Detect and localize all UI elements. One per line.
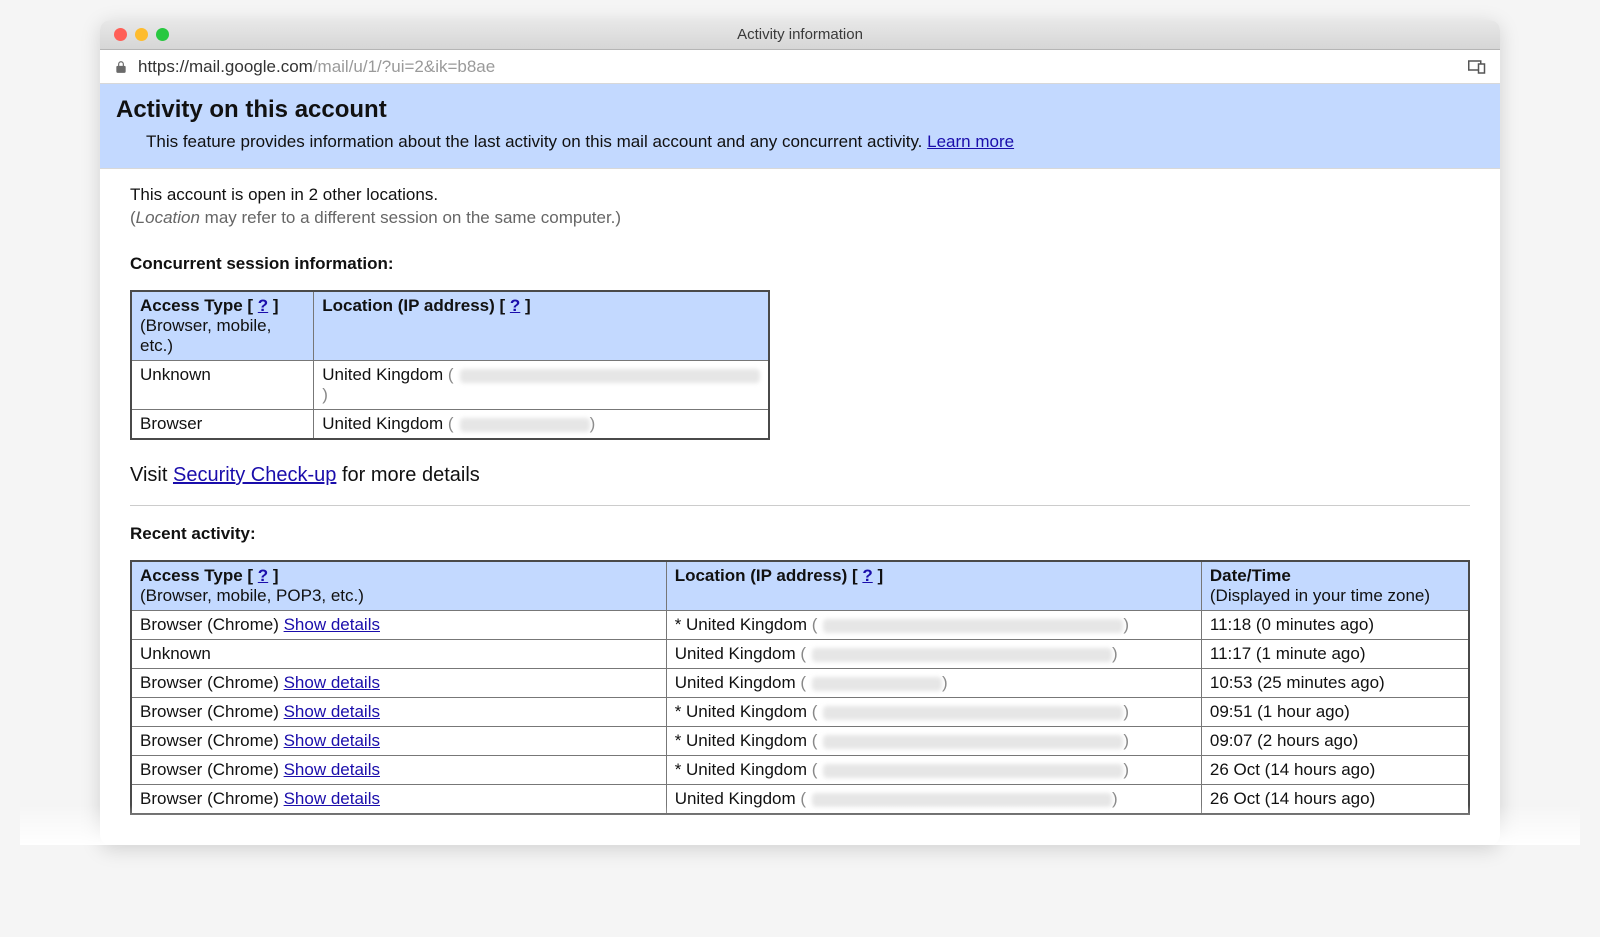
show-details-link[interactable]: Show details bbox=[284, 615, 380, 634]
close-window-button[interactable] bbox=[114, 28, 127, 41]
window-controls bbox=[100, 28, 169, 41]
table-row: UnknownUnited Kingdom () bbox=[131, 361, 769, 410]
th-recent-access: Access Type [ ? ] (Browser, mobile, POP3… bbox=[131, 561, 666, 611]
minimize-window-button[interactable] bbox=[135, 28, 148, 41]
address-bar[interactable]: https://mail.google.com/mail/u/1/?ui=2&i… bbox=[100, 50, 1500, 84]
cell-location: United Kingdom () bbox=[314, 410, 769, 440]
th-recent-datetime: Date/Time (Displayed in your time zone) bbox=[1201, 561, 1469, 611]
page-subtitle: This feature provides information about … bbox=[116, 132, 1484, 152]
cell-location: * United Kingdom () bbox=[666, 611, 1201, 640]
redacted-ip bbox=[823, 735, 1123, 749]
cell-access: Browser (Chrome) Show details bbox=[131, 785, 666, 815]
cell-access: Browser bbox=[131, 410, 314, 440]
concurrent-section-title: Concurrent session information: bbox=[130, 254, 1470, 274]
redacted-ip bbox=[460, 418, 590, 432]
show-details-link[interactable]: Show details bbox=[284, 702, 380, 721]
table-row: Browser (Chrome) Show detailsUnited King… bbox=[131, 785, 1469, 815]
redacted-ip bbox=[812, 793, 1112, 807]
cell-location: * United Kingdom () bbox=[666, 756, 1201, 785]
cell-access: Unknown bbox=[131, 640, 666, 669]
cell-datetime: 11:18 (0 minutes ago) bbox=[1201, 611, 1469, 640]
cell-location: United Kingdom () bbox=[666, 785, 1201, 815]
subtitle-text: This feature provides information about … bbox=[146, 132, 927, 151]
table-row: Browser (Chrome) Show details* United Ki… bbox=[131, 611, 1469, 640]
redacted-ip bbox=[823, 764, 1123, 778]
security-checkup-line: Visit Security Check-up for more details bbox=[130, 464, 1470, 487]
recent-activity-title: Recent activity: bbox=[130, 524, 1470, 544]
browser-window: Activity information https://mail.google… bbox=[100, 20, 1500, 845]
location-help-link[interactable]: ? bbox=[510, 296, 520, 315]
recent-location-help-link[interactable]: ? bbox=[862, 566, 872, 585]
th-recent-location: Location (IP address) [ ? ] bbox=[666, 561, 1201, 611]
show-details-link[interactable]: Show details bbox=[284, 731, 380, 750]
th-access-type: Access Type [ ? ] (Browser, mobile, etc.… bbox=[131, 291, 314, 361]
cell-datetime: 26 Oct (14 hours ago) bbox=[1201, 785, 1469, 815]
redacted-ip bbox=[823, 619, 1123, 633]
cell-location: United Kingdom () bbox=[666, 669, 1201, 698]
cell-datetime: 09:51 (1 hour ago) bbox=[1201, 698, 1469, 727]
cell-datetime: 11:17 (1 minute ago) bbox=[1201, 640, 1469, 669]
recent-access-help-link[interactable]: ? bbox=[258, 566, 268, 585]
cell-datetime: 10:53 (25 minutes ago) bbox=[1201, 669, 1469, 698]
cell-location: United Kingdom () bbox=[666, 640, 1201, 669]
responsive-mode-icon[interactable] bbox=[1468, 60, 1486, 74]
show-details-link[interactable]: Show details bbox=[284, 673, 380, 692]
cell-location: * United Kingdom () bbox=[666, 727, 1201, 756]
concurrent-sessions-table: Access Type [ ? ] (Browser, mobile, etc.… bbox=[130, 290, 770, 440]
table-row: BrowserUnited Kingdom () bbox=[131, 410, 769, 440]
redacted-ip bbox=[823, 706, 1123, 720]
cell-datetime: 26 Oct (14 hours ago) bbox=[1201, 756, 1469, 785]
url-text: https://mail.google.com/mail/u/1/?ui=2&i… bbox=[138, 57, 495, 77]
cell-access: Browser (Chrome) Show details bbox=[131, 756, 666, 785]
divider bbox=[130, 505, 1470, 506]
redacted-ip bbox=[812, 648, 1112, 662]
maximize-window-button[interactable] bbox=[156, 28, 169, 41]
table-row: Browser (Chrome) Show details* United Ki… bbox=[131, 756, 1469, 785]
open-locations-text: This account is open in 2 other location… bbox=[130, 185, 1470, 205]
page-title: Activity on this account bbox=[116, 96, 1484, 124]
table-row: Browser (Chrome) Show details* United Ki… bbox=[131, 698, 1469, 727]
url-host: https://mail.google.com bbox=[138, 57, 313, 76]
redacted-ip bbox=[460, 369, 760, 383]
cell-access: Browser (Chrome) Show details bbox=[131, 698, 666, 727]
window-title: Activity information bbox=[100, 26, 1500, 43]
cell-access: Browser (Chrome) Show details bbox=[131, 669, 666, 698]
table-row: Browser (Chrome) Show detailsUnited King… bbox=[131, 669, 1469, 698]
titlebar: Activity information bbox=[100, 20, 1500, 50]
cell-datetime: 09:07 (2 hours ago) bbox=[1201, 727, 1469, 756]
redacted-ip bbox=[812, 677, 942, 691]
th-location: Location (IP address) [ ? ] bbox=[314, 291, 769, 361]
table-row: UnknownUnited Kingdom ()11:17 (1 minute … bbox=[131, 640, 1469, 669]
access-type-help-link[interactable]: ? bbox=[258, 296, 268, 315]
lock-icon bbox=[114, 60, 128, 74]
main-content: This account is open in 2 other location… bbox=[100, 169, 1500, 845]
recent-activity-table: Access Type [ ? ] (Browser, mobile, POP3… bbox=[130, 560, 1470, 815]
show-details-link[interactable]: Show details bbox=[284, 760, 380, 779]
cell-access: Unknown bbox=[131, 361, 314, 410]
cell-access: Browser (Chrome) Show details bbox=[131, 727, 666, 756]
table-row: Browser (Chrome) Show details* United Ki… bbox=[131, 727, 1469, 756]
security-checkup-link[interactable]: Security Check-up bbox=[173, 464, 336, 486]
show-details-link[interactable]: Show details bbox=[284, 789, 380, 808]
url-path: /mail/u/1/?ui=2&ik=b8ae bbox=[313, 57, 495, 76]
learn-more-link[interactable]: Learn more bbox=[927, 132, 1014, 151]
cell-location: United Kingdom () bbox=[314, 361, 769, 410]
cell-access: Browser (Chrome) Show details bbox=[131, 611, 666, 640]
cell-location: * United Kingdom () bbox=[666, 698, 1201, 727]
location-note: (Location may refer to a different sessi… bbox=[130, 208, 1470, 228]
page-header: Activity on this account This feature pr… bbox=[100, 84, 1500, 169]
